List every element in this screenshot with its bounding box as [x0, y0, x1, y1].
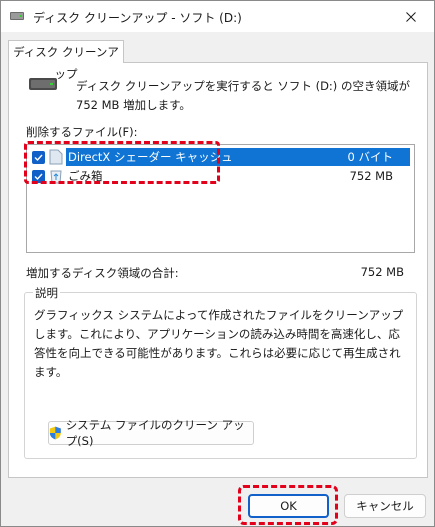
- checkbox[interactable]: [32, 150, 45, 164]
- drive-icon: [29, 78, 57, 90]
- list-item[interactable]: ごみ箱 752 MB: [29, 167, 410, 185]
- gain-value: 752 MB: [360, 265, 404, 279]
- file-name: DirectX シェーダー キャッシュ: [66, 148, 237, 166]
- disk-cleanup-window: ディスク クリーンアップ - ソフト (D:) ディスク クリーンアップ ディス…: [0, 0, 435, 527]
- checkmark-icon: [34, 154, 43, 161]
- cleanup-system-files-label: システム ファイルのクリーン アップ(S): [65, 418, 245, 448]
- tab-disk-cleanup[interactable]: ディスク クリーンアップ: [8, 40, 124, 81]
- file-size: 752 MB: [349, 169, 393, 183]
- close-icon: [406, 11, 416, 22]
- file-size: 0 バイト: [326, 148, 410, 166]
- checkmark-icon: [34, 173, 43, 180]
- files-label: 削除するファイル(F):: [26, 125, 138, 139]
- description-group: 説明 グラフィックス システムによって作成されたファイルをクリーンアップします。…: [24, 285, 417, 459]
- recycle-bin-icon: [50, 170, 62, 184]
- files-listbox[interactable]: DirectX シェーダー キャッシュ 0 バイト ごみ箱 752 MB: [26, 144, 415, 253]
- summary-text: ディスク クリーンアップを実行すると ソフト (D:) の空き領域が 752 M…: [76, 79, 410, 112]
- uac-shield-icon: [49, 426, 61, 440]
- file-name: ごみ箱: [68, 169, 103, 183]
- list-item[interactable]: DirectX シェーダー キャッシュ 0 バイト: [29, 148, 410, 166]
- checkbox[interactable]: [32, 169, 45, 183]
- description-legend: 説明: [33, 285, 60, 301]
- title-bar: ディスク クリーンアップ - ソフト (D:): [1, 1, 434, 32]
- tab-panel: ディスク クリーンアップを実行すると ソフト (D:) の空き領域が 752 M…: [8, 62, 428, 478]
- cleanup-system-files-button[interactable]: システム ファイルのクリーン アップ(S): [48, 418, 254, 448]
- description-text: グラフィックス システムによって作成されたファイルをクリーンアップします。これに…: [34, 308, 404, 379]
- window-title: ディスク クリーンアップ - ソフト (D:): [33, 11, 242, 25]
- gain-label: 増加するディスク領域の合計:: [26, 266, 179, 280]
- cancel-button[interactable]: キャンセル: [344, 494, 426, 518]
- close-button[interactable]: [388, 1, 434, 32]
- file-icon: [49, 149, 63, 165]
- drive-cleanup-icon: [10, 12, 24, 20]
- ok-button[interactable]: OK: [248, 494, 329, 518]
